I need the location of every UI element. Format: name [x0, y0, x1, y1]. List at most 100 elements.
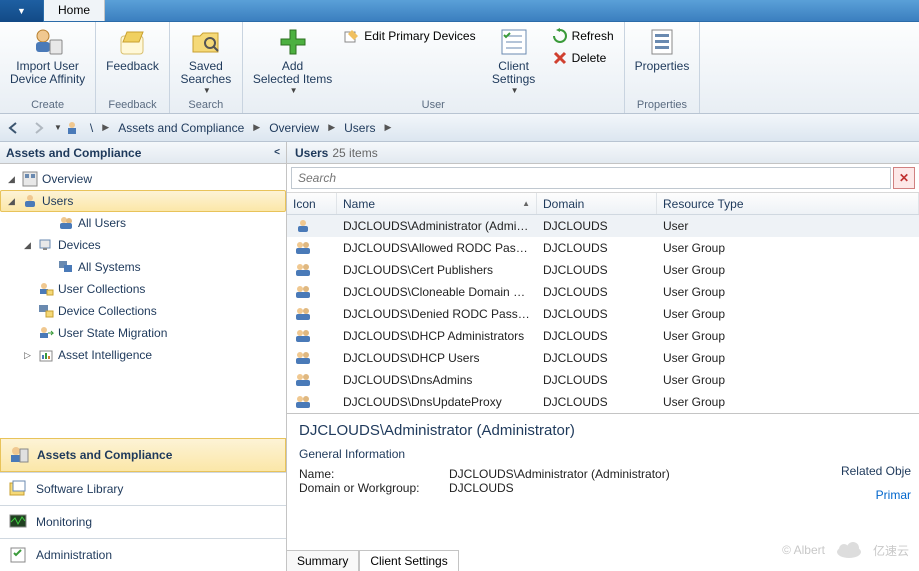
details-pane: DJCLOUDS\Administrator (Administrator) G… — [287, 413, 919, 571]
label: Delete — [572, 51, 607, 65]
tree-users[interactable]: ◢Users — [0, 190, 286, 212]
tab-client-settings[interactable]: Client Settings — [359, 550, 458, 571]
crumb-root[interactable]: \ — [86, 119, 97, 137]
folder-search-icon — [190, 26, 222, 58]
chevron-right-icon: ▶ — [381, 122, 394, 133]
tree-user-state-migration[interactable]: User State Migration — [0, 322, 286, 344]
tree-asset-intelligence[interactable]: ▷ Asset Intelligence — [0, 344, 286, 366]
user-icon — [22, 193, 38, 209]
label: Properties — [635, 60, 690, 73]
import-user-device-affinity-button[interactable]: Import User Device Affinity — [6, 24, 89, 88]
expand-icon: ▷ — [24, 350, 34, 361]
left-panel-title: Assets and Compliance — [6, 146, 141, 160]
wunder-software[interactable]: Software Library — [0, 472, 286, 505]
col-domain[interactable]: Domain — [537, 193, 657, 214]
label: Edit Primary Devices — [364, 29, 475, 43]
tree-user-collections[interactable]: User Collections — [0, 278, 286, 300]
wunder-monitoring[interactable]: Monitoring — [0, 505, 286, 538]
nav-back-button[interactable] — [4, 118, 24, 138]
table-row[interactable]: DJCLOUDS\DnsUpdateProxyDJCLOUDSUser Grou… — [287, 391, 919, 413]
label: Asset Intelligence — [58, 348, 152, 362]
table-row[interactable]: DJCLOUDS\DHCP UsersDJCLOUDSUser Group — [287, 347, 919, 369]
nav-forward-button[interactable] — [28, 118, 48, 138]
cell-domain: DJCLOUDS — [537, 217, 657, 235]
search-input[interactable] — [291, 167, 891, 189]
monitoring-icon — [8, 512, 28, 532]
cell-domain: DJCLOUDS — [537, 261, 657, 279]
table-row[interactable]: DJCLOUDS\Administrator (Admin...DJCLOUDS… — [287, 215, 919, 237]
navigation-bar: ▼ \ ▶ Assets and Compliance ▶ Overview ▶… — [0, 114, 919, 142]
edit-primary-devices-button[interactable]: Edit Primary Devices — [340, 26, 479, 46]
general-info-section: General Information Name:DJCLOUDS\Admini… — [299, 447, 670, 495]
label: Device Collections — [58, 304, 157, 318]
label: User Collections — [58, 282, 145, 296]
tree-all-users[interactable]: All Users — [0, 212, 286, 234]
ribbon-group-create: Import User Device Affinity Create — [0, 22, 96, 113]
tree-all-systems[interactable]: All Systems — [0, 256, 286, 278]
wunder-assets[interactable]: Assets and Compliance — [0, 438, 286, 472]
crumb-users[interactable]: Users — [340, 119, 379, 137]
group-icon — [287, 238, 337, 258]
ribbon: Import User Device Affinity Create Feedb… — [0, 22, 919, 114]
table-row[interactable]: DJCLOUDS\DnsAdminsDJCLOUDSUser Group — [287, 369, 919, 391]
search-clear-button[interactable]: ✕ — [893, 167, 915, 189]
properties-button[interactable]: Properties — [631, 24, 694, 75]
cell-name: DJCLOUDS\DnsUpdateProxy — [337, 393, 537, 411]
tree-overview[interactable]: ◢Overview — [0, 168, 286, 190]
col-icon[interactable]: Icon — [287, 193, 337, 214]
name-label: Name: — [299, 467, 449, 481]
home-icon[interactable] — [66, 120, 82, 136]
content-panel: Users 25 items ✕ Icon Name▲ Domain Resou… — [287, 142, 919, 571]
add-selected-items-button[interactable]: Add Selected Items▼ — [249, 24, 336, 97]
details-title: DJCLOUDS\Administrator (Administrator) — [299, 422, 907, 439]
list-header: Users 25 items — [287, 142, 919, 164]
delete-button[interactable]: Delete — [548, 48, 618, 68]
saved-searches-button[interactable]: Saved Searches▼ — [176, 24, 236, 97]
tree-devices[interactable]: ◢Devices — [0, 234, 286, 256]
tab-summary[interactable]: Summary — [287, 551, 359, 571]
label: Assets and Compliance — [37, 448, 172, 462]
main-area: Assets and Compliance < ◢Overview ◢Users… — [0, 142, 919, 571]
tree-device-collections[interactable]: Device Collections — [0, 300, 286, 322]
label: Saved Searches — [181, 60, 232, 86]
feedback-button[interactable]: Feedback — [102, 24, 163, 75]
collapse-icon[interactable]: < — [274, 147, 280, 158]
assets-icon — [9, 445, 29, 465]
ribbon-group-feedback: Feedback Feedback — [96, 22, 170, 113]
ribbon-group-search: Saved Searches▼ Search — [170, 22, 243, 113]
label: Refresh — [572, 29, 614, 43]
wunder-administration[interactable]: Administration — [0, 538, 286, 571]
tab-home[interactable]: Home — [44, 0, 105, 21]
label: Client Settings — [492, 60, 535, 86]
crumb-assets[interactable]: Assets and Compliance — [114, 119, 248, 137]
search-row: ✕ — [287, 164, 919, 193]
col-name[interactable]: Name▲ — [337, 193, 537, 214]
client-settings-button[interactable]: Client Settings▼ — [484, 24, 544, 97]
title-tabs: ▼ Home — [0, 0, 919, 22]
wunderbar: Assets and Compliance Software Library M… — [0, 438, 286, 571]
chevron-right-icon: ▶ — [250, 122, 263, 133]
label: User State Migration — [58, 326, 167, 340]
table-row[interactable]: DJCLOUDS\Denied RODC Passwo...DJCLOUDSUs… — [287, 303, 919, 325]
table-row[interactable]: DJCLOUDS\Cloneable Domain Co...DJCLOUDSU… — [287, 281, 919, 303]
table-row[interactable]: DJCLOUDS\DHCP AdministratorsDJCLOUDSUser… — [287, 325, 919, 347]
chevron-down-icon: ▼ — [511, 86, 519, 95]
user-icon — [287, 216, 337, 236]
cell-resource-type: User Group — [657, 239, 919, 257]
list-title: Users — [295, 146, 328, 160]
ribbon-group-user: Add Selected Items▼ Edit Primary Devices… — [243, 22, 625, 113]
refresh-button[interactable]: Refresh — [548, 26, 618, 46]
chevron-down-icon[interactable]: ▼ — [54, 123, 62, 132]
app-menu-button[interactable]: ▼ — [0, 0, 44, 22]
crumb-overview[interactable]: Overview — [265, 119, 323, 137]
col-resource-type[interactable]: Resource Type — [657, 193, 919, 214]
table-row[interactable]: DJCLOUDS\Cert PublishersDJCLOUDSUser Gro… — [287, 259, 919, 281]
label: Administration — [36, 548, 112, 562]
primary-link[interactable]: Primar — [876, 488, 911, 502]
left-panel-header: Assets and Compliance < — [0, 142, 286, 164]
table-row[interactable]: DJCLOUDS\Allowed RODC Passw...DJCLOUDSUs… — [287, 237, 919, 259]
cell-domain: DJCLOUDS — [537, 349, 657, 367]
asset-intel-icon — [38, 347, 54, 363]
chevron-down-icon: ▼ — [17, 6, 26, 16]
device-icon — [38, 237, 54, 253]
